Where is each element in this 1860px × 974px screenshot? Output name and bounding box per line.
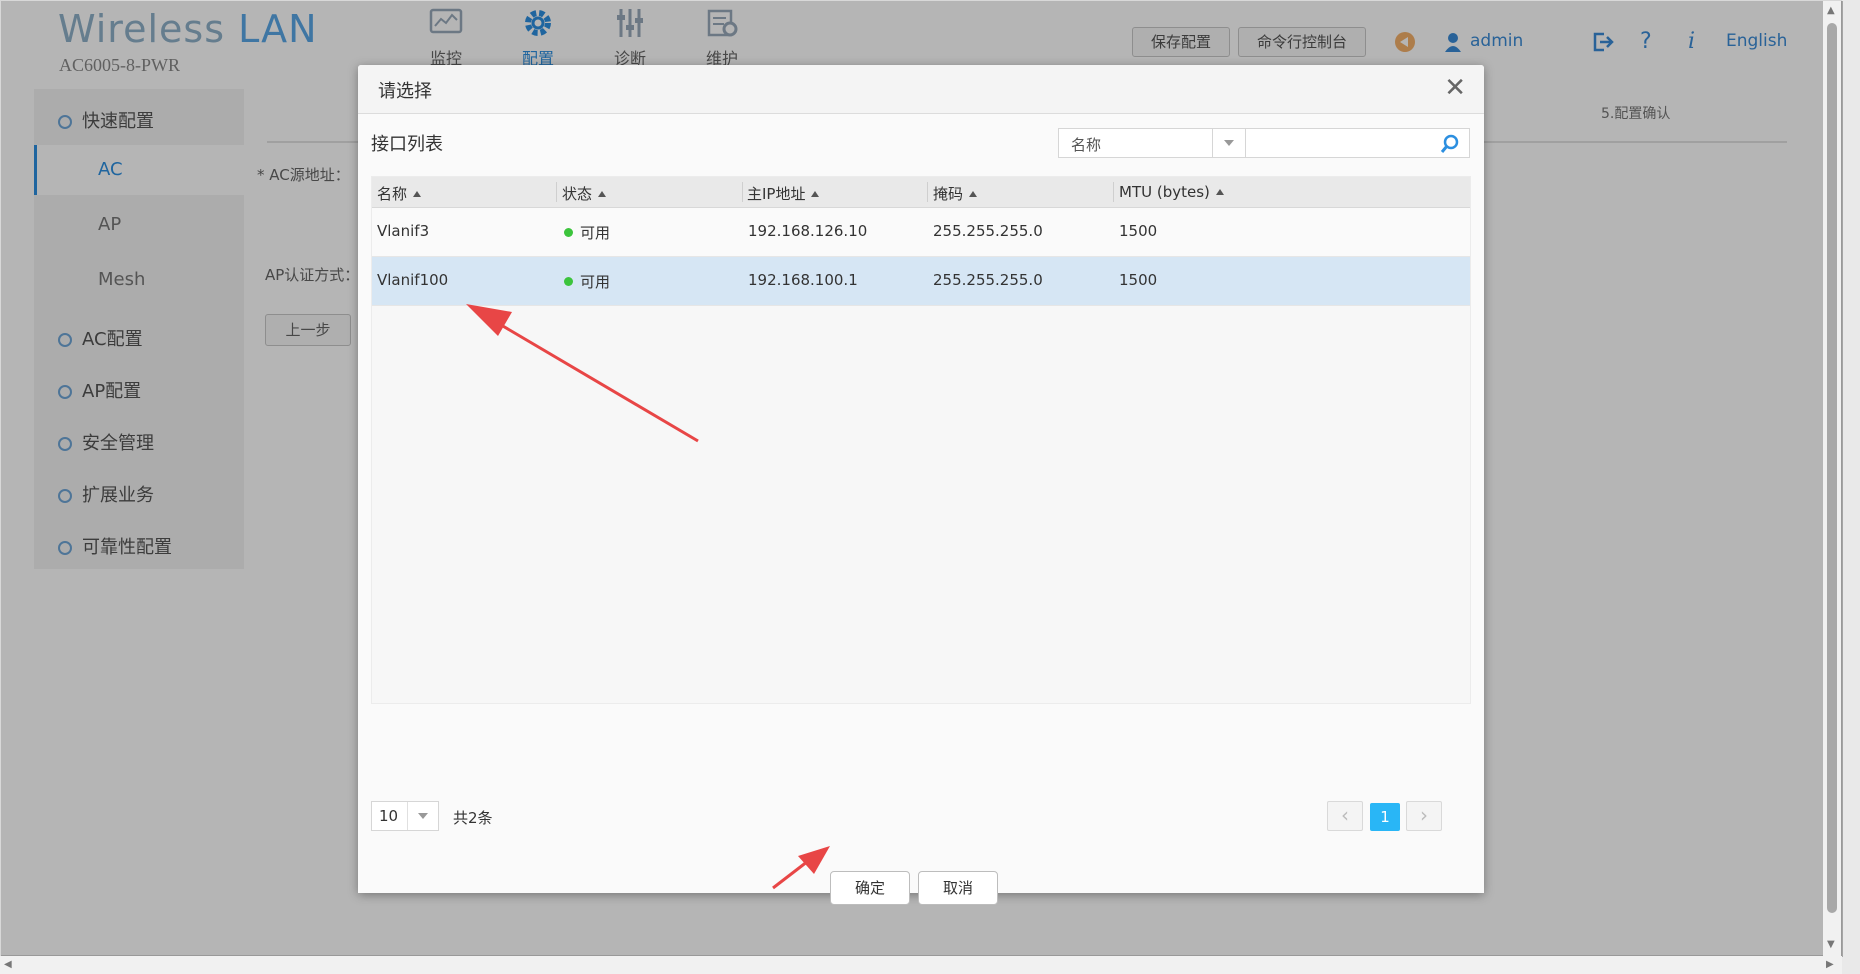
prev-page-button[interactable]: ‹ <box>1327 801 1363 831</box>
column-header-mask[interactable]: 掩码 <box>933 183 978 204</box>
column-divider <box>556 182 557 202</box>
vertical-scrollbar[interactable]: ▲ ▼ <box>1823 1 1841 957</box>
search-input[interactable] <box>1246 128 1470 158</box>
cell-ip: 192.168.100.1 <box>748 271 858 289</box>
column-header-ip[interactable]: 主IP地址 <box>747 183 820 204</box>
status-ok-icon <box>564 277 573 286</box>
chevron-down-icon[interactable] <box>407 802 438 830</box>
close-icon[interactable]: ✕ <box>1444 73 1466 103</box>
interface-list-title: 接口列表 <box>371 134 443 155</box>
sort-asc-icon <box>811 191 820 197</box>
column-header-status[interactable]: 状态 <box>562 183 607 204</box>
column-divider <box>927 182 928 202</box>
table-row[interactable]: Vlanif3 可用 192.168.126.10 255.255.255.0 … <box>372 208 1470 257</box>
cancel-button[interactable]: 取消 <box>918 871 998 905</box>
horizontal-scrollbar[interactable]: ◀ ▶ <box>0 956 1842 974</box>
scroll-right-icon[interactable]: ▶ <box>1826 959 1834 970</box>
page-size-value: 10 <box>379 807 399 825</box>
sort-asc-icon <box>598 191 607 197</box>
search-icon[interactable] <box>1438 132 1462 156</box>
cell-mtu: 1500 <box>1119 271 1158 289</box>
interface-table: 名称 状态 主IP地址 掩码 MTU (bytes) Vlanif3 可用 19… <box>371 176 1471 704</box>
page-1-button[interactable]: 1 <box>1370 803 1400 831</box>
scroll-up-icon[interactable]: ▲ <box>1827 5 1835 16</box>
column-header-mtu[interactable]: MTU (bytes) <box>1119 183 1224 201</box>
column-divider <box>1113 182 1114 202</box>
cell-name: Vlanif100 <box>377 271 449 289</box>
scroll-left-icon[interactable]: ◀ <box>4 959 12 970</box>
scroll-down-icon[interactable]: ▼ <box>1827 939 1835 950</box>
search-field-value: 名称 <box>1071 136 1102 154</box>
cell-mtu: 1500 <box>1119 222 1158 240</box>
sort-asc-icon <box>1215 189 1224 195</box>
column-header-name[interactable]: 名称 <box>377 183 422 204</box>
page-size-select[interactable]: 10 <box>371 801 439 831</box>
select-interface-dialog: 请选择 ✕ 接口列表 名称 名称 状态 主IP地址 掩码 MTU (bytes) <box>358 65 1484 905</box>
column-divider <box>742 182 743 202</box>
cell-mask: 255.255.255.0 <box>933 222 1043 240</box>
cell-status: 可用 <box>564 222 610 243</box>
cell-status: 可用 <box>564 271 610 292</box>
search-field-select[interactable]: 名称 <box>1058 128 1246 158</box>
dialog-header: 请选择 ✕ <box>358 65 1484 114</box>
ok-button[interactable]: 确定 <box>830 871 910 905</box>
dialog-title: 请选择 <box>378 81 432 102</box>
next-page-button[interactable]: › <box>1406 801 1442 831</box>
cell-mask: 255.255.255.0 <box>933 271 1043 289</box>
cell-name: Vlanif3 <box>377 222 430 240</box>
dialog-body: 接口列表 名称 名称 状态 主IP地址 掩码 MTU (bytes) Vlani… <box>358 114 1484 905</box>
total-count: 共2条 <box>453 809 493 827</box>
sort-asc-icon <box>413 191 422 197</box>
table-header: 名称 状态 主IP地址 掩码 MTU (bytes) <box>372 177 1470 208</box>
sort-asc-icon <box>969 191 978 197</box>
chevron-down-icon[interactable] <box>1212 129 1245 157</box>
status-ok-icon <box>564 228 573 237</box>
scrollbar-thumb[interactable] <box>1827 23 1837 913</box>
cell-ip: 192.168.126.10 <box>748 222 868 240</box>
table-row-selected[interactable]: Vlanif100 可用 192.168.100.1 255.255.255.0… <box>372 257 1470 306</box>
